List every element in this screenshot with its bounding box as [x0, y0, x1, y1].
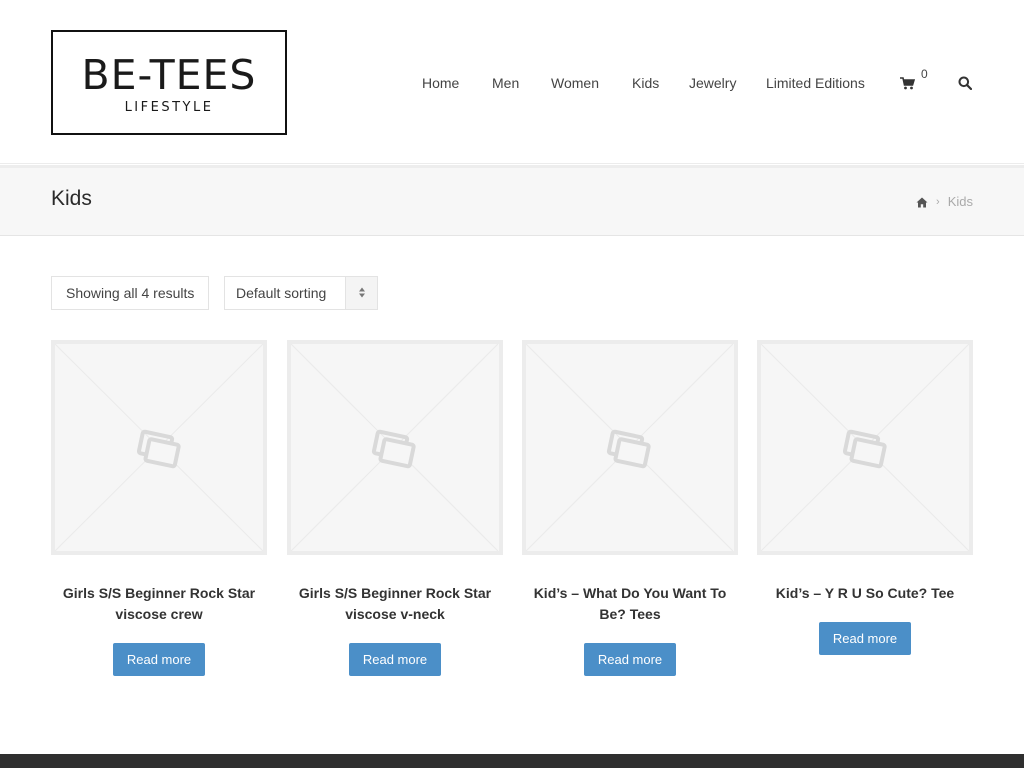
placeholder-image-icon	[761, 344, 969, 551]
page-title: Kids	[51, 187, 92, 210]
product-placeholder-image[interactable]	[51, 340, 267, 555]
product-title[interactable]: Kid’s – Y R U So Cute? Tee	[757, 583, 973, 604]
product-card: Kid’s – Y R U So Cute? Tee Read more	[757, 340, 973, 655]
footer-bar	[0, 754, 1024, 768]
shopping-cart-icon	[900, 77, 915, 90]
product-title[interactable]: Girls S/S Beginner Rock Star viscose cre…	[51, 583, 267, 625]
placeholder-image-icon	[55, 344, 263, 551]
read-more-button[interactable]: Read more	[112, 643, 206, 676]
placeholder-image-icon	[526, 344, 733, 551]
product-placeholder-image[interactable]	[757, 340, 973, 555]
search-icon	[958, 76, 973, 91]
product-title[interactable]: Kid’s – What Do You Want To Be? Tees	[522, 583, 738, 625]
product-placeholder-image[interactable]	[522, 340, 738, 555]
nav-item-limited-editions[interactable]: Limited Editions	[766, 73, 865, 93]
placeholder-image-icon	[291, 344, 498, 551]
product-title[interactable]: Girls S/S Beginner Rock Star viscose v-n…	[287, 583, 503, 625]
page-title-bar: Kids › Kids	[0, 165, 1024, 236]
nav-item-women[interactable]: Women	[551, 73, 599, 93]
product-card: Girls S/S Beginner Rock Star viscose v-n…	[287, 340, 503, 676]
result-count: Showing all 4 results	[51, 276, 210, 310]
nav-item-men[interactable]: Men	[492, 73, 519, 93]
nav-item-home[interactable]: Home	[422, 73, 459, 93]
search-button[interactable]	[958, 76, 974, 92]
home-icon	[916, 197, 928, 207]
sorting-select[interactable]: Default sorting	[224, 276, 378, 310]
cart-button[interactable]: 0	[900, 67, 934, 93]
product-card: Kid’s – What Do You Want To Be? Tees Rea…	[522, 340, 738, 676]
nav-item-kids[interactable]: Kids	[632, 73, 659, 93]
logo-sub-text: LIFESTYLE	[124, 100, 214, 115]
read-more-button[interactable]: Read more	[583, 643, 677, 676]
main-nav: Home Men Women Kids Jewelry Limited Edit…	[0, 73, 1024, 93]
cart-count: 0	[921, 67, 928, 81]
sorting-selected-value: Default sorting	[236, 285, 327, 301]
nav-item-jewelry[interactable]: Jewelry	[689, 73, 736, 93]
product-card: Girls S/S Beginner Rock Star viscose cre…	[51, 340, 267, 676]
breadcrumb: › Kids	[916, 194, 973, 209]
breadcrumb-home-link[interactable]	[916, 196, 928, 208]
read-more-button[interactable]: Read more	[818, 622, 912, 655]
product-placeholder-image[interactable]	[287, 340, 503, 555]
chevron-right-icon: ›	[936, 195, 940, 208]
breadcrumb-current: Kids	[947, 194, 973, 209]
read-more-button[interactable]: Read more	[348, 643, 442, 676]
site-header: BE-TEES LIFESTYLE Home Men Women Kids Je…	[0, 0, 1024, 164]
sort-arrows-icon	[345, 277, 377, 309]
